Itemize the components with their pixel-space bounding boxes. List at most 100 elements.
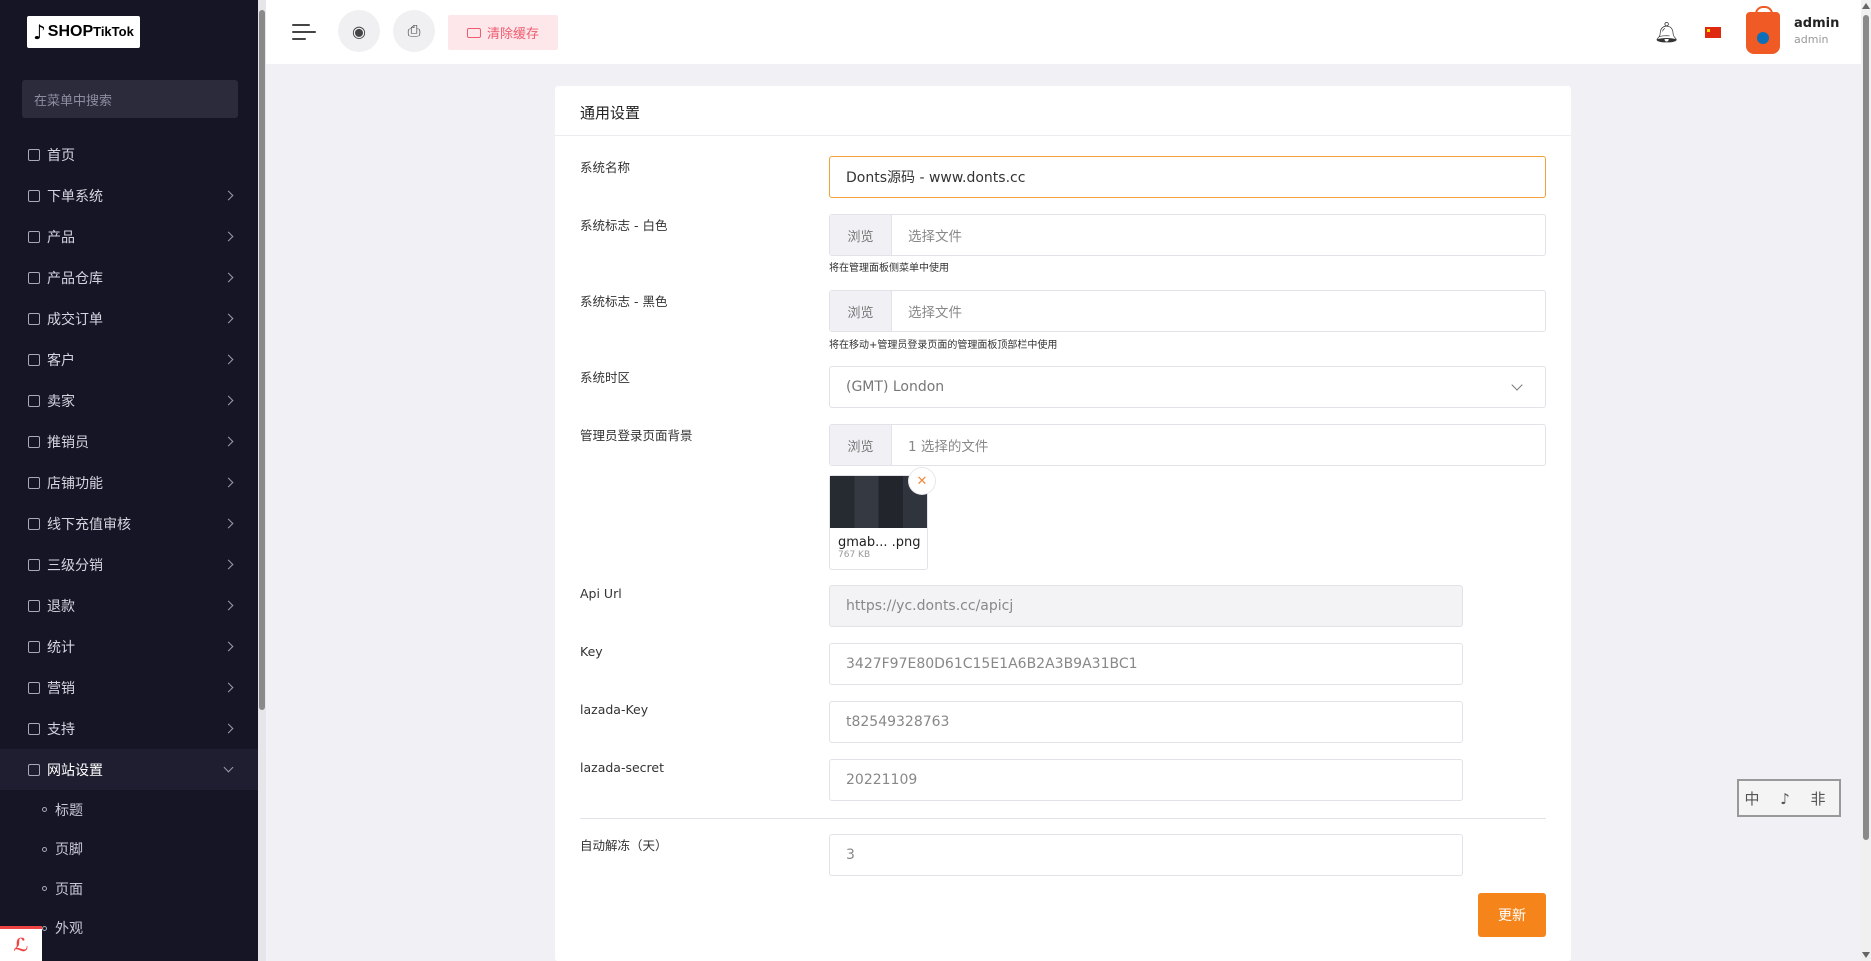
general-settings-card: 通用设置 系统名称 Donts源码 - www.donts.cc 系统标志 - …	[555, 86, 1571, 961]
language-stamp[interactable]: 中 ♪ 非	[1737, 779, 1841, 817]
api-url-input[interactable]: https://yc.donts.cc/apicj	[829, 585, 1463, 627]
file-icon	[28, 640, 40, 653]
sidebar-item-13[interactable]: 营销	[0, 667, 258, 708]
users-icon	[28, 353, 40, 366]
logo[interactable]: ♪ SHOPTikTok	[27, 16, 140, 48]
sidebar-scroll-thumb[interactable]	[259, 10, 265, 710]
login-bg-file-text: 1 选择的文件	[908, 439, 989, 455]
logo-black-browse-button[interactable]: 浏览	[830, 291, 892, 331]
sidebar-item-2[interactable]: 产品	[0, 216, 258, 257]
user-role: admin	[1794, 33, 1829, 46]
submenu-item-label: 标题	[55, 802, 83, 819]
bullet-icon	[42, 846, 47, 852]
system-name-value: Donts源码 - www.donts.cc	[846, 170, 1026, 186]
chevron-right-icon	[223, 313, 234, 324]
chevron-right-icon	[223, 559, 234, 570]
logo-area: ♪ SHOPTikTok	[0, 0, 258, 66]
main-scrollbar[interactable]	[1861, 0, 1871, 961]
scroll-up-icon[interactable]	[1862, 3, 1870, 9]
system-name-input[interactable]: Donts源码 - www.donts.cc	[829, 156, 1546, 198]
sidebar-item-4[interactable]: 成交订单	[0, 298, 258, 339]
chevron-right-icon	[223, 723, 234, 734]
key-input[interactable]: 3427F97E80D61C15E1A6B2A3B9A31BC1	[829, 643, 1463, 685]
auto-unfreeze-input[interactable]: 3	[829, 834, 1463, 876]
china-flag-icon[interactable]	[1705, 27, 1721, 38]
logo-white-file-input[interactable]: 浏览 选择文件	[829, 214, 1546, 256]
logo-black-hint: 将在移动+管理员登录页面的管理面板顶部栏中使用	[829, 340, 1058, 351]
lazada-secret-input[interactable]: 20221109	[829, 759, 1463, 801]
sidebar-item-14[interactable]: 支持	[0, 708, 258, 749]
lazada-key-input[interactable]: t82549328763	[829, 701, 1463, 743]
sidebar-item-0[interactable]: 首页	[0, 134, 258, 175]
globe-icon[interactable]: ◉	[338, 10, 380, 52]
submenu-item-0[interactable]: 标题	[0, 790, 258, 830]
sidebar-item-3[interactable]: 产品仓库	[0, 257, 258, 298]
chevron-right-icon	[223, 682, 234, 693]
auto-unfreeze-value: 3	[846, 847, 855, 863]
update-button[interactable]: 更新	[1478, 893, 1546, 937]
clear-cache-label: 清除缓存	[486, 27, 539, 42]
divider	[580, 818, 1546, 819]
card-title: 通用设置	[555, 86, 1571, 136]
user-icon	[28, 394, 40, 407]
login-bg-file-input[interactable]: 浏览 1 选择的文件	[829, 424, 1546, 466]
sidebar-item-6[interactable]: 卖家	[0, 380, 258, 421]
menu-toggle-icon[interactable]	[292, 22, 316, 42]
lazada-secret-value: 20221109	[846, 772, 918, 788]
logo-black-file-text: 选择文件	[908, 305, 962, 321]
sidebar-item-12[interactable]: 统计	[0, 626, 258, 667]
scroll-down-icon[interactable]	[1862, 952, 1870, 958]
sidebar-item-5[interactable]: 客户	[0, 339, 258, 380]
printer-icon[interactable]: ⎙	[393, 10, 435, 52]
sidebar-item-label: 店铺功能	[47, 475, 103, 492]
sidebar-item-label: 退款	[47, 598, 75, 615]
timezone-label: 系统时区	[580, 370, 631, 385]
chevron-right-icon	[223, 190, 234, 201]
sidebar-item-label: 网站设置	[47, 762, 103, 779]
sidebar-item-label: 三级分销	[47, 557, 103, 574]
login-bg-browse-button[interactable]: 浏览	[830, 425, 892, 465]
sidebar-item-7[interactable]: 推销员	[0, 421, 258, 462]
laravel-icon[interactable]: ℒ	[0, 926, 42, 961]
timezone-value: (GMT) London	[846, 379, 945, 395]
submenu-item-label: 页面	[55, 881, 83, 898]
megaphone-icon	[28, 681, 40, 694]
thumbnail-size: 767 KB	[838, 550, 871, 560]
bullet-icon	[42, 807, 47, 813]
sidebar-submenu: 标题 页脚 页面 外观	[0, 790, 258, 948]
sidebar-item-label: 产品仓库	[47, 270, 103, 287]
chevron-right-icon	[223, 354, 234, 365]
menu-search-input[interactable]: 在菜单中搜索	[22, 80, 238, 118]
submenu-item-1[interactable]: 页脚	[0, 830, 258, 870]
bell-icon[interactable]: 🔔︎	[1654, 20, 1679, 44]
sidebar-item-label: 营销	[47, 680, 75, 697]
main-scroll-thumb[interactable]	[1863, 15, 1869, 840]
sidebar-item-label: 首页	[47, 147, 75, 164]
sidebar-scrollbar[interactable]	[258, 0, 266, 961]
back-icon	[28, 599, 40, 612]
chevron-right-icon	[223, 600, 234, 611]
sidebar-item-8[interactable]: 店铺功能	[0, 462, 258, 503]
list-icon	[28, 189, 40, 202]
clear-cache-button[interactable]: 清除缓存	[448, 15, 558, 50]
sidebar-item-label: 客户	[47, 352, 75, 369]
sidebar-item-15[interactable]: 网站设置	[0, 749, 258, 790]
lazada-key-label: lazada-Key	[580, 702, 649, 717]
logo-black-file-input[interactable]: 浏览 选择文件	[829, 290, 1546, 332]
sidebar-item-10[interactable]: 三级分销	[0, 544, 258, 585]
timezone-select[interactable]: (GMT) London	[829, 366, 1546, 408]
sidebar-item-9[interactable]: 线下充值审核	[0, 503, 258, 544]
remove-file-icon[interactable]: ✕	[909, 468, 935, 494]
lazada-key-value: t82549328763	[846, 714, 950, 730]
sidebar-item-label: 线下充值审核	[47, 516, 131, 533]
sidebar: ♪ SHOPTikTok 在菜单中搜索 首页下单系统 产品产品仓库成交订单客户卖家…	[0, 0, 258, 961]
user-name[interactable]: admin	[1794, 16, 1839, 31]
avatar[interactable]	[1746, 6, 1780, 54]
submenu-item-2[interactable]: 页面	[0, 869, 258, 909]
logo-black-label: 系统标志 - 黑色	[580, 294, 668, 309]
sidebar-item-1[interactable]: 下单系统	[0, 175, 258, 216]
user-icon	[28, 476, 40, 489]
logo-white-browse-button[interactable]: 浏览	[830, 215, 892, 255]
sidebar-item-11[interactable]: 退款	[0, 585, 258, 626]
cart-icon	[28, 230, 40, 243]
